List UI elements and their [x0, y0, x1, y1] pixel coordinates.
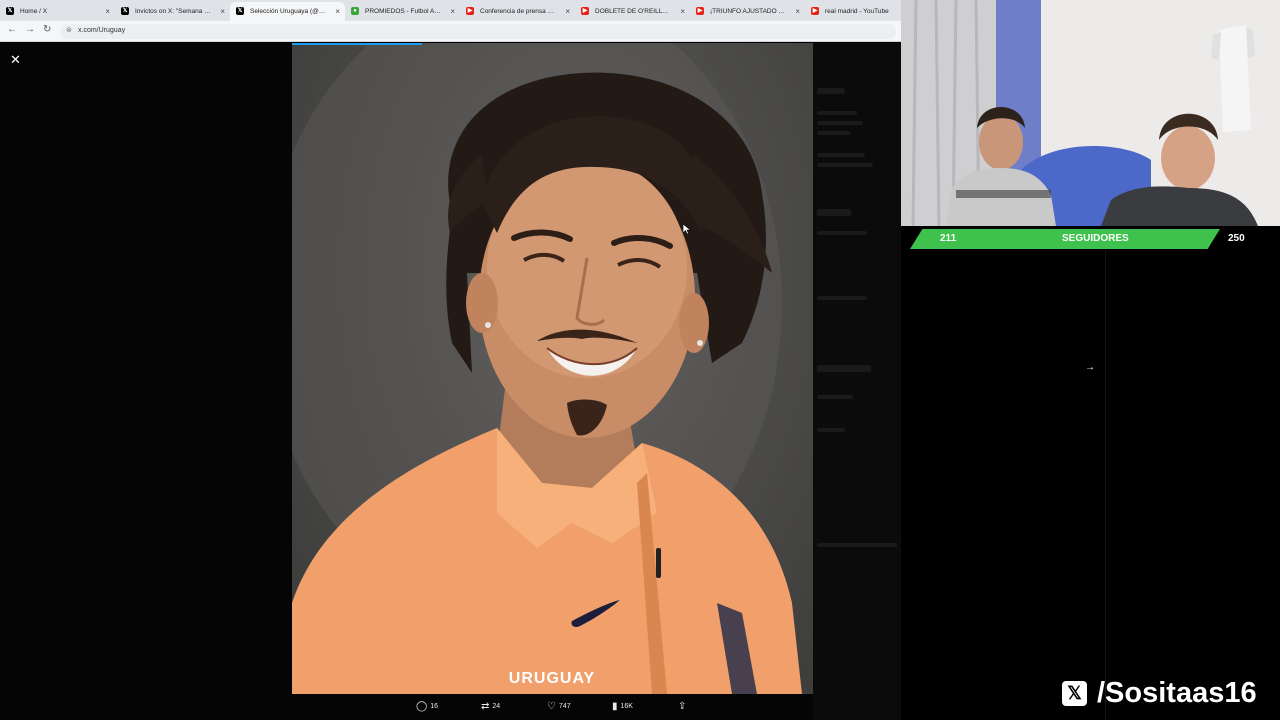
youtube-icon: ▶	[811, 7, 819, 15]
browser-tab[interactable]: ▶ ¡TRIUNFO AJUSTADO de #EA ×	[690, 2, 805, 21]
browser-tab-bar: 𝕏 Home / X × 𝕏 Invictos on X: "Semana de fe ×…	[0, 0, 901, 21]
media-viewer: ✕ URUGUAY ◯ 16 ⇄ 24 ♡ 747 ▮ 16K ⇪	[0, 43, 901, 720]
panel-placeholder	[817, 395, 853, 399]
close-icon[interactable]: ✕	[10, 52, 21, 68]
close-tab-icon[interactable]: ×	[450, 2, 455, 21]
url-text: x.com/Uruguay	[78, 27, 126, 34]
forward-icon[interactable]: →	[25, 24, 35, 35]
panel-placeholder	[817, 209, 851, 216]
youtube-icon: ▶	[581, 7, 589, 15]
tab-title: ¡TRIUNFO AJUSTADO de #EA	[710, 8, 800, 15]
handle-text: /Sositaas16	[1097, 677, 1257, 709]
promiedos-icon: ●	[351, 7, 359, 15]
player-portrait: URUGUAY	[292, 43, 802, 694]
tab-title: Conferencia de prensa Jos	[480, 8, 558, 15]
tab-title: real madrid - YouTube	[825, 8, 889, 15]
x-logo-icon: 𝕏	[6, 7, 14, 15]
browser-tab[interactable]: ▶real madrid - YouTube×	[805, 2, 901, 21]
x-logo-icon: 𝕏	[236, 7, 244, 15]
close-tab-icon[interactable]: ×	[220, 2, 225, 21]
followers-current: 211	[940, 233, 957, 244]
bar-chart-icon: ▮	[612, 701, 618, 712]
panel-placeholder	[817, 111, 857, 115]
webcam-feed	[901, 0, 1280, 226]
browser-address-bar: ← → ↻ ⊜ x.com/Uruguay	[0, 21, 901, 42]
followers-label: SEGUIDORES	[1062, 233, 1129, 244]
mouse-cursor-icon	[683, 224, 691, 235]
tab-title: Invictos on X: "Semana de fe	[135, 8, 219, 15]
browser-tab[interactable]: 𝕏 Invictos on X: "Semana de fe ×	[115, 2, 230, 21]
repost-button[interactable]: ⇄ 24	[481, 701, 500, 712]
reply-icon: ◯	[416, 701, 428, 712]
reply-button[interactable]: ◯ 16	[416, 701, 438, 712]
followers-goal: 250	[1228, 233, 1245, 244]
back-icon[interactable]: ←	[7, 24, 17, 35]
browser-tab[interactable]: ▶ Conferencia de prensa Jos ×	[460, 2, 575, 21]
tab-title: Selección Uruguaya (@Urugu	[250, 8, 337, 15]
views-button[interactable]: ▮ 16K	[612, 701, 633, 712]
panel-placeholder	[817, 88, 845, 94]
webcam-scene	[901, 0, 1280, 226]
close-tab-icon[interactable]: ×	[565, 2, 570, 21]
repost-icon: ⇄	[481, 701, 490, 712]
like-count: 747	[558, 703, 571, 710]
share-button[interactable]: ⇪	[678, 701, 689, 712]
reply-count: 16	[430, 703, 438, 710]
overlay-divider	[1105, 251, 1106, 720]
views-count: 16K	[620, 703, 633, 710]
like-button[interactable]: ♡ 747	[547, 701, 571, 712]
close-tab-icon[interactable]: ×	[105, 2, 110, 21]
x-logo-icon: 𝕏	[1062, 681, 1087, 706]
post-actions-bar: ◯ 16 ⇄ 24 ♡ 747 ▮ 16K ⇪	[0, 694, 901, 720]
heart-icon: ♡	[547, 701, 556, 712]
repost-count: 24	[492, 703, 501, 710]
close-tab-icon[interactable]: ×	[680, 2, 685, 21]
followers-goal-bar: 211 SEGUIDORES	[910, 229, 1220, 249]
arrow-right-icon[interactable]: →	[1085, 362, 1095, 373]
site-info-icon[interactable]: ⊜	[66, 26, 72, 34]
browser-tab[interactable]: ▶ DOBLETE DE O'REILLY EN 4 M ×	[575, 2, 690, 21]
youtube-icon: ▶	[696, 7, 704, 15]
tab-title: DOBLETE DE O'REILLY EN 4 M	[595, 8, 690, 15]
browser-tab[interactable]: 𝕏 Selección Uruguaya (@Urugu ×	[230, 2, 345, 21]
panel-placeholder	[817, 131, 851, 135]
media-progress-bar	[292, 43, 423, 45]
reload-icon[interactable]: ↻	[43, 24, 51, 35]
post-side-panel	[813, 43, 901, 720]
tab-title: PROMIEDOS - Futbol Argenti	[365, 8, 451, 15]
post-photo[interactable]: URUGUAY	[292, 43, 813, 694]
panel-placeholder	[817, 153, 865, 157]
panel-placeholder	[817, 231, 867, 235]
social-handle: 𝕏 /Sositaas16	[1062, 677, 1272, 711]
youtube-icon: ▶	[466, 7, 474, 15]
panel-placeholder	[817, 163, 873, 167]
panel-placeholder	[817, 365, 871, 372]
panel-placeholder	[817, 543, 897, 547]
photo-watermark: URUGUAY	[509, 670, 595, 687]
url-input[interactable]: ⊜ x.com/Uruguay	[60, 24, 896, 39]
browser-tab[interactable]: ● PROMIEDOS - Futbol Argenti ×	[345, 2, 460, 21]
close-tab-icon[interactable]: ×	[795, 2, 800, 21]
browser-tab[interactable]: 𝕏 Home / X ×	[0, 2, 115, 21]
stream-overlay-area	[901, 251, 1280, 720]
close-tab-icon[interactable]: ×	[335, 2, 340, 21]
panel-placeholder	[817, 121, 863, 125]
tab-title: Home / X	[20, 8, 48, 15]
panel-placeholder	[817, 428, 845, 432]
share-icon: ⇪	[678, 701, 687, 712]
panel-placeholder	[817, 296, 867, 300]
x-logo-icon: 𝕏	[121, 7, 129, 15]
